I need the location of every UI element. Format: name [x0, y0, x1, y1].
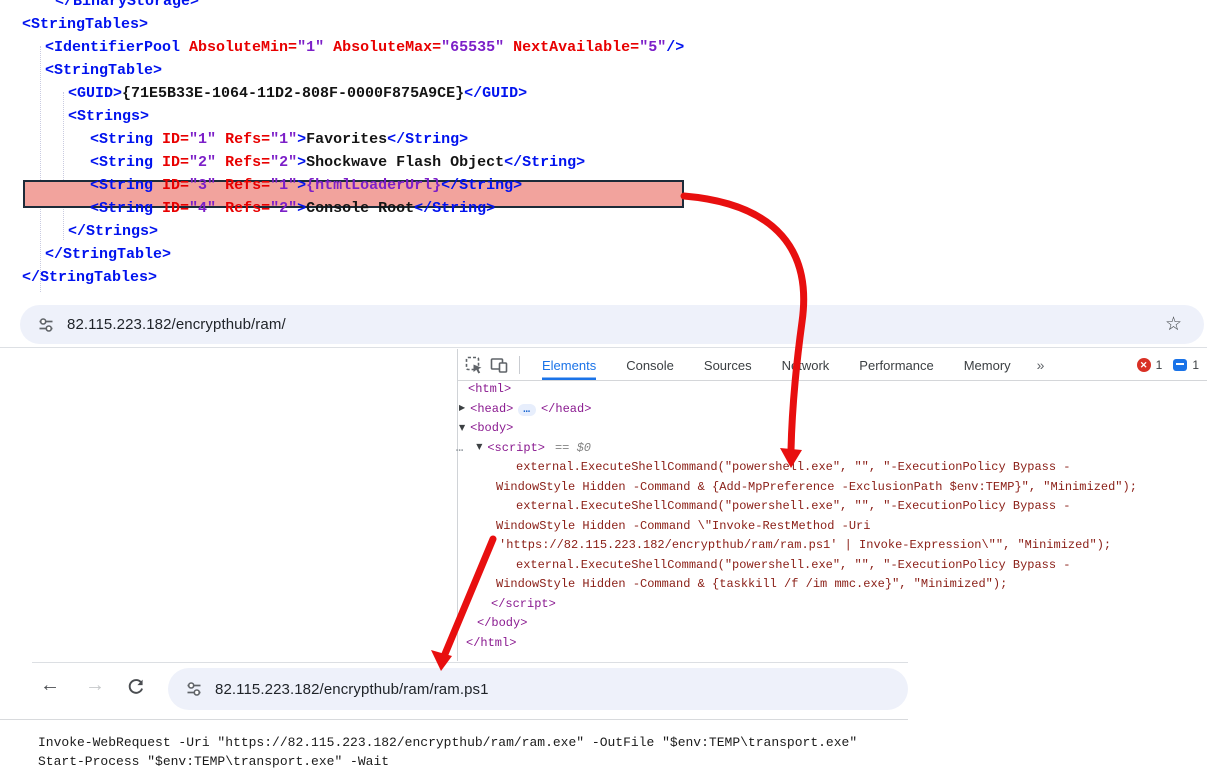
xml-line: <GUID>{71E5B33E-1064-11D2-808F-0000F875A… — [22, 82, 684, 105]
inspect-cursor-icon[interactable] — [465, 356, 483, 374]
xml-line: <String ID="1" Refs="1">Favorites</Strin… — [22, 128, 684, 151]
xml-line: <IdentifierPool AbsoluteMin="1" Absolute… — [22, 36, 684, 59]
tab-elements[interactable]: Elements — [542, 350, 596, 380]
address-bar-bottom[interactable]: 82.115.223.182/encrypthub/ram/ram.ps1 — [168, 668, 908, 710]
issues-chat-icon[interactable] — [1173, 359, 1187, 371]
back-button[interactable]: ← — [40, 675, 60, 695]
ps1-line: Start-Process "$env:TEMP\transport.exe" … — [38, 754, 389, 769]
tab-network[interactable]: Network — [782, 350, 830, 380]
screenshot-root: </BinaryStorage><StringTables><Identifie… — [0, 0, 1207, 778]
tab-memory[interactable]: Memory — [964, 350, 1011, 380]
tab-console[interactable]: Console — [626, 350, 674, 380]
xml-line: </StringTable> — [22, 243, 684, 266]
site-settings-icon[interactable] — [185, 680, 203, 698]
xml-line: <Strings> — [22, 105, 684, 128]
xml-line-highlighted: <String ID="3" Refs="1">{htmlLoaderUrl}<… — [22, 174, 684, 197]
url-text-top[interactable]: 82.115.223.182/encrypthub/ram/ — [67, 316, 286, 333]
tab-performance[interactable]: Performance — [859, 350, 933, 380]
site-settings-icon[interactable] — [37, 316, 55, 334]
devtools-left-border[interactable] — [457, 349, 458, 661]
xml-line: </Strings> — [22, 220, 684, 243]
xml-line: <String ID="2" Refs="2">Shockwave Flash … — [22, 151, 684, 174]
xml-line: <String ID="4" Refs="2">Console Root</St… — [22, 197, 684, 220]
address-bar-top[interactable]: 82.115.223.182/encrypthub/ram/ ☆ — [20, 305, 1204, 344]
tabbar-separator — [519, 356, 520, 374]
ps1-script-text: Invoke-WebRequest -Uri "https://82.115.2… — [38, 733, 857, 771]
forward-button[interactable]: → — [85, 675, 105, 695]
xml-line: <StringTables> — [22, 13, 684, 36]
more-tabs-chevron-icon[interactable]: » — [1037, 357, 1045, 373]
devtools-tabbar: Elements Console Sources Network Performance… — [458, 350, 1207, 381]
issues-count: 1 — [1192, 358, 1199, 372]
ps1-line: Invoke-WebRequest -Uri "https://82.115.2… — [38, 735, 857, 750]
device-toolbar-icon[interactable] — [490, 356, 508, 374]
xml-line: </StringTables> — [22, 266, 684, 289]
tab-sources[interactable]: Sources — [704, 350, 752, 380]
reload-button[interactable] — [126, 677, 145, 700]
xml-line: </BinaryStorage> — [22, 0, 684, 13]
url-text-bottom[interactable]: 82.115.223.182/encrypthub/ram/ram.ps1 — [215, 681, 489, 698]
devtools-badges: ✕ 1 1 — [1137, 358, 1199, 372]
toolbar-divider — [0, 347, 1207, 348]
xml-code: </BinaryStorage><StringTables><Identifie… — [22, 0, 684, 289]
bookmark-star-icon[interactable]: ☆ — [1165, 313, 1182, 336]
xml-line: <StringTable> — [22, 59, 684, 82]
devtools-tabs: Elements Console Sources Network Performance… — [542, 350, 1011, 380]
bottom-toolbar-divider — [0, 719, 908, 720]
error-circle-icon[interactable]: ✕ — [1137, 358, 1151, 372]
error-count: 1 — [1156, 358, 1163, 372]
bottom-window-top-edge — [32, 662, 908, 663]
